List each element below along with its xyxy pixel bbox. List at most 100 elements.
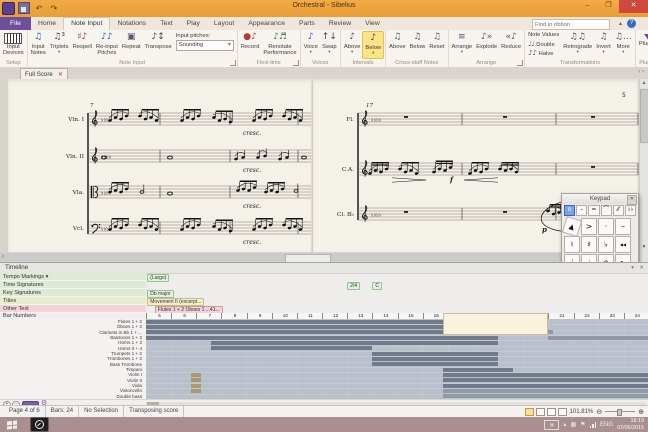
flag-icon[interactable]: ⚑ [580, 421, 585, 428]
re-input-pitches-button[interactable]: ♪♪ Re-input Pitches [94, 31, 120, 59]
network-icon[interactable] [589, 421, 596, 428]
double-button[interactable]: ♩♩ Double [528, 40, 559, 50]
status-bars-24[interactable]: Bars: 24 [46, 406, 80, 417]
timeline-note-segment[interactable] [191, 372, 202, 378]
close-tab-icon[interactable]: ✕ [58, 70, 63, 80]
spread-view-icon[interactable] [546, 407, 556, 416]
keypad-cue-button[interactable]: ◀◀ [615, 236, 631, 253]
transpose-button[interactable]: ♪↕ Transpose [143, 31, 174, 59]
action-center-icon[interactable]: ▦ [570, 421, 576, 428]
start-button[interactable] [0, 417, 24, 432]
arrange-button[interactable]: ≡ Arrange ▾ [450, 31, 475, 59]
timeline-close-icon[interactable]: ✕ [639, 265, 644, 271]
dialog-launcher-icon[interactable] [292, 60, 299, 66]
above-button[interactable]: ♪ Above ▾ [342, 31, 362, 59]
accidentals-tab[interactable]: ♭♭ [624, 205, 637, 216]
more-notes-tab[interactable]: – [576, 205, 588, 216]
tab-note-input[interactable]: Note Input [63, 17, 111, 30]
timeline-note-segment[interactable] [146, 324, 489, 330]
timeline-view-highlight[interactable] [442, 313, 549, 335]
zoom-slider-knob[interactable] [617, 409, 623, 416]
keypad-tenuto-button[interactable]: – [615, 218, 631, 235]
taskbar-sibelius-icon[interactable] [30, 417, 49, 432]
minimize-button[interactable]: – [577, 0, 598, 13]
retrograde-button[interactable]: ♫♫ Retrograde ▾ [561, 31, 594, 59]
timeline-row-titles[interactable]: Titles Movement II (excerpt... [0, 297, 648, 306]
input-pitches-select[interactable]: Sounding ▾ [175, 40, 234, 51]
help-icon[interactable]: ? [627, 19, 636, 28]
tab-review[interactable]: Review [322, 17, 358, 30]
dialog-launcher-icon[interactable] [229, 60, 236, 66]
tab-layout[interactable]: Layout [207, 17, 241, 30]
tab-file[interactable]: File [0, 17, 31, 30]
keypad-staccato-button[interactable]: · [598, 218, 614, 235]
scroll-up-icon[interactable]: ▲ [640, 80, 648, 86]
zoom-out-icon[interactable]: ⊖ [596, 408, 602, 416]
timeline-note-segment[interactable] [211, 340, 499, 346]
plug-ins-button[interactable]: Plug-ins▾ [637, 31, 648, 59]
repeat-button[interactable]: ▣ Repeat [120, 31, 143, 59]
renotate-performance-button[interactable]: ♪♬ Renotate Performance [261, 31, 298, 59]
timeline-row-time-signatures[interactable]: Time Signatures 2/4 C [0, 281, 648, 290]
reset-button[interactable]: ♫ Reset [427, 31, 446, 59]
timeline-note-segment[interactable] [442, 372, 648, 378]
tab-play[interactable]: Play [180, 17, 207, 30]
taskbar-clock[interactable]: 18:19 02/06/2015 [617, 418, 644, 431]
timeline-note-segment[interactable] [372, 351, 499, 356]
timeline-note-segment[interactable] [372, 362, 499, 367]
status-no-selection[interactable]: No Selection [79, 406, 125, 417]
timeline-note-segment[interactable] [442, 378, 648, 383]
zoom-slider[interactable] [605, 409, 636, 416]
keypad-close-icon[interactable]: ✕ [627, 195, 637, 205]
above-button[interactable]: ♫ Above [387, 31, 407, 59]
below-button[interactable]: ♫ Below [408, 31, 428, 59]
beams-tab[interactable]: = [588, 205, 600, 216]
status-page-4-of-6[interactable]: Page 4 of 6 [4, 406, 46, 417]
tab-text[interactable]: Text [153, 17, 179, 30]
swap-button[interactable]: ↑↓ Swap ▾ [320, 31, 339, 59]
timeline-note-segment[interactable] [372, 356, 499, 362]
tab-appearance[interactable]: Appearance [241, 17, 292, 30]
voice-button[interactable]: ♪ Voice ▾ [302, 31, 320, 59]
timeline-note-segment[interactable] [442, 394, 648, 399]
scroll-left-icon[interactable]: ‹ [2, 254, 4, 261]
timeline-note-segment[interactable] [191, 378, 202, 383]
invert-button[interactable]: ♫ Invert ▾ [594, 31, 613, 59]
halve-button[interactable]: ♪♪ Halve [528, 49, 559, 59]
explode-button[interactable]: ♪» Explode [474, 31, 499, 59]
timeline-note-segment[interactable] [191, 383, 202, 388]
keypad-cursor-button[interactable]: ▲ [561, 215, 583, 238]
timeline-row-tempo-markings[interactable]: Tempo Markings ▾ (Largo) [0, 273, 648, 282]
jazz-tab[interactable]: ⁄⁄ [612, 205, 624, 216]
timeline-note-segment[interactable] [191, 388, 202, 394]
full-screen-view-icon[interactable] [557, 407, 567, 416]
show-hidden-icons[interactable]: ▴ [563, 421, 566, 428]
keyboard-indicator-icon[interactable]: ▦ [544, 419, 560, 430]
below-button[interactable]: ♪ Below ▾ [362, 31, 385, 59]
scroll-down-icon[interactable]: ▼ [640, 244, 648, 250]
record-button[interactable]: ●♪ Record [239, 31, 262, 59]
timeline-note-segment[interactable] [442, 383, 648, 388]
more-button[interactable]: ♫… More ▾ [613, 31, 634, 59]
pan-view-icon[interactable] [524, 407, 534, 416]
common-notes-tab[interactable]: o [564, 205, 576, 216]
timeline-row-other-text[interactable]: Other Text Flutes 1 + 2 Oboes 1 ...41... [0, 305, 648, 314]
tab-view[interactable]: View [358, 17, 387, 30]
close-button[interactable]: ✕ [619, 0, 648, 13]
timeline-note-segment[interactable] [442, 367, 514, 372]
tab-notations[interactable]: Notations [110, 17, 153, 30]
tab-parts[interactable]: Parts [292, 17, 322, 30]
input-notes-button[interactable]: ♫ Input Notes [29, 31, 48, 59]
keypad-flat-button[interactable]: ♭ [598, 236, 614, 253]
status-transposing-score[interactable]: Transposing score [124, 406, 185, 417]
timeline-grid[interactable] [146, 319, 648, 399]
note-values-button[interactable]: Note Values [528, 31, 559, 40]
keypad-natural-button[interactable]: ♮ [564, 236, 580, 253]
input-devices-button[interactable]: Input Devices [1, 31, 26, 59]
timeline-note-segment[interactable] [548, 335, 648, 340]
language-indicator[interactable]: ENG [600, 422, 613, 428]
find-in-ribbon-input[interactable] [532, 19, 610, 30]
timeline-note-segment[interactable] [146, 335, 499, 340]
tab-scroll-icons[interactable]: ‹ › [638, 69, 644, 75]
keypad-sharp-button[interactable]: ♯ [581, 236, 597, 253]
